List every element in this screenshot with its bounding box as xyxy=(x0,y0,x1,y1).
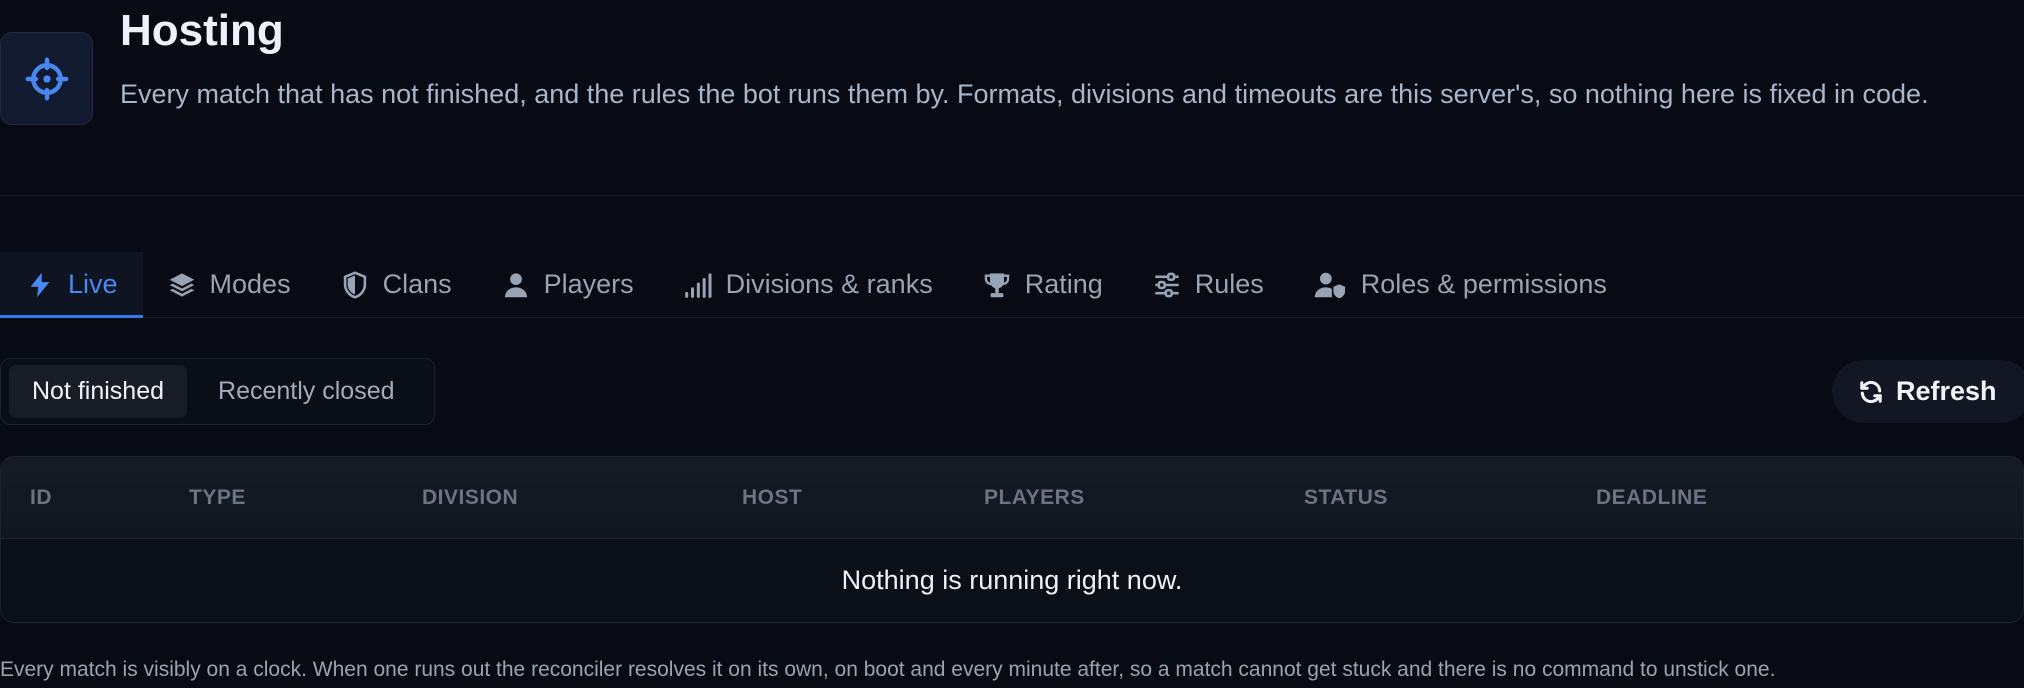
refresh-icon xyxy=(1860,380,1882,403)
column-header-host[interactable]: HOST xyxy=(742,457,802,539)
tab-label: Players xyxy=(543,269,634,299)
tab-label: Live xyxy=(68,269,118,299)
tab-live[interactable]: Live xyxy=(0,252,143,318)
empty-state-message: Nothing is running right now. xyxy=(841,565,1183,595)
user-icon xyxy=(504,272,527,297)
column-header-type[interactable]: TYPE xyxy=(189,457,246,539)
matches-table: ID TYPE DIVISION HOST PLAYERS STATUS DEA… xyxy=(0,456,2024,623)
tab-clans[interactable]: Clans xyxy=(316,252,477,317)
tab-bar: Live Modes Clans Players Divisions & ran… xyxy=(0,252,2024,318)
filter-not-finished[interactable]: Not finished xyxy=(9,365,188,418)
tab-divisions-ranks[interactable]: Divisions & ranks xyxy=(659,252,958,317)
layers-icon xyxy=(169,272,194,297)
header-divider xyxy=(0,195,2024,196)
tab-players[interactable]: Players xyxy=(477,252,659,317)
crosshair-icon xyxy=(25,57,68,100)
status-filter: Not finished Recently closed xyxy=(0,358,435,425)
shield-icon xyxy=(343,270,366,299)
table-header: ID TYPE DIVISION HOST PLAYERS STATUS DEA… xyxy=(1,457,2023,539)
tab-label: Rules xyxy=(1194,269,1264,299)
refresh-label: Refresh xyxy=(1896,376,1997,406)
bolt-icon xyxy=(30,272,50,297)
column-header-division[interactable]: DIVISION xyxy=(422,457,518,539)
signal-bars-icon xyxy=(684,272,712,298)
tab-rating[interactable]: Rating xyxy=(958,252,1128,317)
user-shield-icon xyxy=(1314,272,1345,298)
page-subtitle: Every match that has not finished, and t… xyxy=(120,79,1929,109)
refresh-button[interactable]: Refresh xyxy=(1832,360,2024,423)
column-header-status[interactable]: STATUS xyxy=(1304,457,1388,539)
tab-roles-permissions[interactable]: Roles & permissions xyxy=(1289,252,1632,317)
tab-label: Roles & permissions xyxy=(1360,269,1607,299)
column-header-deadline[interactable]: DEADLINE xyxy=(1596,457,1707,539)
column-header-players[interactable]: PLAYERS xyxy=(984,457,1085,539)
tab-label: Rating xyxy=(1024,269,1103,299)
tab-label: Divisions & ranks xyxy=(725,269,933,299)
tab-label: Clans xyxy=(382,269,452,299)
filter-recently-closed[interactable]: Recently closed xyxy=(195,365,417,418)
column-header-id[interactable]: ID xyxy=(30,457,52,539)
page-icon xyxy=(0,32,93,125)
sliders-icon xyxy=(1155,272,1179,297)
trophy-icon xyxy=(984,272,1009,297)
tab-modes[interactable]: Modes xyxy=(143,252,316,317)
footer-note: Every match is visibly on a clock. When … xyxy=(0,658,1776,681)
tab-rules[interactable]: Rules xyxy=(1128,252,1289,317)
page-title: Hosting xyxy=(120,6,284,55)
tab-label: Modes xyxy=(209,269,291,299)
